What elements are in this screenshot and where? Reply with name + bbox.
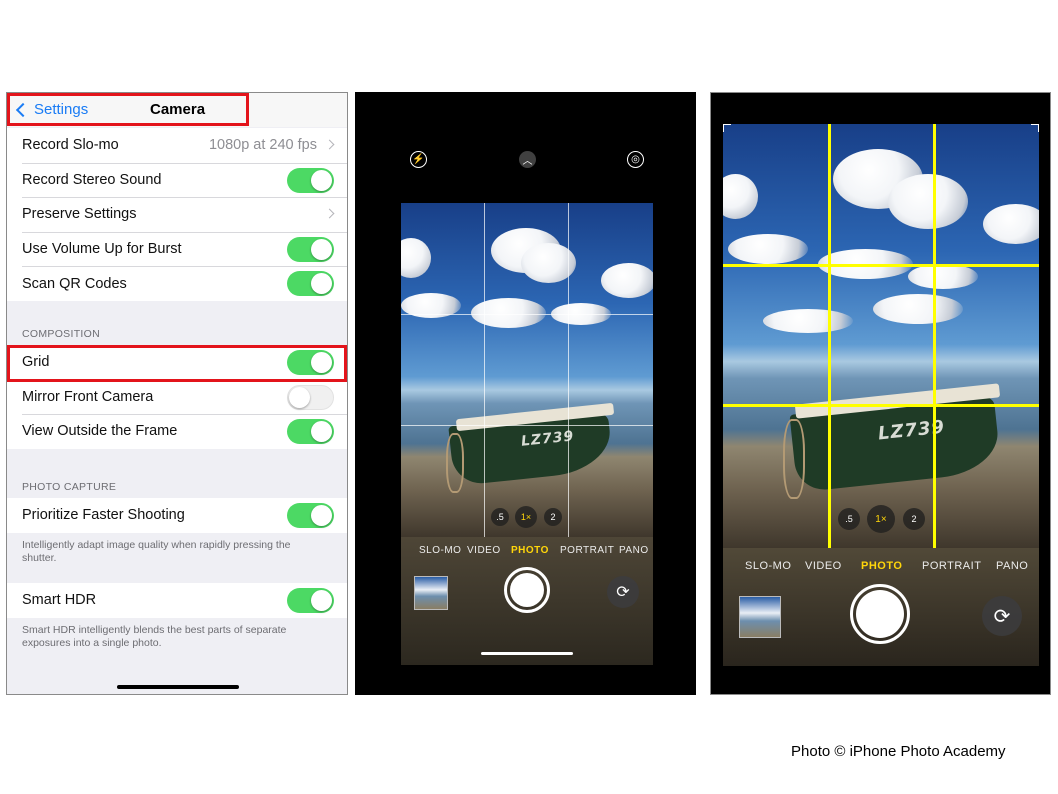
grid-line-vertical xyxy=(933,124,936,548)
record-stereo-sound-toggle[interactable] xyxy=(287,167,334,193)
rope xyxy=(783,419,805,499)
flash-icon[interactable]: ⚡ xyxy=(410,151,427,168)
row-label: Record Slo-mo xyxy=(22,137,119,154)
volume-up-burst-toggle[interactable] xyxy=(287,236,334,262)
mirror-front-camera-row: Mirror Front Camera xyxy=(7,379,347,415)
chevron-right-icon xyxy=(324,208,335,219)
zoom-0-5-button[interactable]: .5 xyxy=(838,508,860,530)
camera-controls: SLO-MO VIDEO PHOTO PORTRAIT PANO ⟳ xyxy=(401,537,653,665)
zoom-1x-button[interactable]: 1× xyxy=(867,505,895,533)
grid-highlight-box xyxy=(7,345,347,382)
cloud xyxy=(763,309,853,333)
mode-slo-mo[interactable]: SLO-MO xyxy=(745,560,791,572)
cloud xyxy=(471,298,546,328)
cloud xyxy=(723,174,758,219)
composition-header: COMPOSITION xyxy=(22,328,100,340)
zoom-2x-button[interactable]: 2 xyxy=(544,508,562,526)
nav-highlight-box xyxy=(7,93,249,126)
smart-hdr-row: Smart HDR xyxy=(7,583,347,618)
row-label: Use Volume Up for Burst xyxy=(22,241,182,258)
row-label: Preserve Settings xyxy=(22,206,137,223)
record-slo-mo-row[interactable]: Record Slo-mo 1080p at 240 fps xyxy=(7,128,347,163)
mode-portrait[interactable]: PORTRAIT xyxy=(560,545,614,556)
crop-corner xyxy=(723,124,731,132)
preserve-settings-row[interactable]: Preserve Settings xyxy=(7,197,347,232)
camera-phone-frame-yellow-grid: LZ739 .5 1× 2 SLO-MO VIDEO PHOTO PORTRAI… xyxy=(710,92,1051,695)
cloud xyxy=(983,204,1039,244)
camera-settings-screen: Settings Camera Record Slo-mo 1080p at 2… xyxy=(6,92,348,695)
crop-corner xyxy=(1031,124,1039,132)
grid-line-horizontal xyxy=(723,404,1039,407)
cloud xyxy=(888,174,968,229)
last-photo-thumbnail[interactable] xyxy=(739,596,781,638)
mode-photo[interactable]: PHOTO xyxy=(511,545,549,556)
smart-hdr-note: Smart HDR intelligently blends the best … xyxy=(22,624,287,649)
scan-qr-codes-row: Scan QR Codes xyxy=(7,266,347,301)
shutter-button[interactable] xyxy=(504,567,550,613)
general-settings-group: Record Slo-mo 1080p at 240 fps Record St… xyxy=(7,128,347,301)
smart-hdr-toggle[interactable] xyxy=(287,588,334,613)
faster-shooting-note: Intelligently adapt image quality when r… xyxy=(22,539,291,564)
smart-hdr-group: Smart HDR xyxy=(7,583,347,618)
zoom-2x-button[interactable]: 2 xyxy=(903,508,925,530)
prioritize-faster-shooting-row: Prioritize Faster Shooting xyxy=(7,498,347,533)
volume-up-burst-row: Use Volume Up for Burst xyxy=(7,231,347,267)
flip-camera-icon[interactable]: ⟳ xyxy=(982,596,1022,636)
mode-photo[interactable]: PHOTO xyxy=(861,560,902,572)
prioritize-faster-shooting-toggle[interactable] xyxy=(287,503,334,528)
mode-video[interactable]: VIDEO xyxy=(805,560,842,572)
photo-capture-header: PHOTO CAPTURE xyxy=(22,481,117,493)
row-label: Prioritize Faster Shooting xyxy=(22,507,185,524)
home-indicator xyxy=(117,685,239,689)
shutter-button[interactable] xyxy=(850,584,910,644)
photo-credit: Photo © iPhone Photo Academy xyxy=(791,743,1006,760)
mode-portrait[interactable]: PORTRAIT xyxy=(922,560,981,572)
row-label: Mirror Front Camera xyxy=(22,388,154,405)
cloud xyxy=(873,294,963,324)
mode-video[interactable]: VIDEO xyxy=(467,545,501,556)
camera-phone-frame-white-grid: ⚡ ︿ ◎ LZ739 .5 1× 2 SLO-MO VIDEO PHOTO P… xyxy=(355,92,696,695)
chevron-up-icon[interactable]: ︿ xyxy=(519,151,536,168)
mode-pano[interactable]: PANO xyxy=(619,545,649,556)
row-label: Record Stereo Sound xyxy=(22,171,162,188)
mode-pano[interactable]: PANO xyxy=(996,560,1028,572)
viewfinder[interactable]: LZ739 .5 1× 2 xyxy=(401,203,653,537)
flip-camera-icon[interactable]: ⟳ xyxy=(607,576,639,608)
camera-top-bar: ⚡ ︿ ◎ xyxy=(401,123,653,203)
grid-line-vertical xyxy=(568,203,569,537)
cloud xyxy=(908,264,978,289)
last-photo-thumbnail[interactable] xyxy=(414,576,448,610)
cloud xyxy=(601,263,653,298)
mirror-front-camera-toggle[interactable] xyxy=(287,384,334,410)
home-indicator xyxy=(481,652,573,655)
mode-slo-mo[interactable]: SLO-MO xyxy=(419,545,461,556)
cloud xyxy=(728,234,808,264)
grid-line-vertical xyxy=(484,203,485,537)
live-photo-icon[interactable]: ◎ xyxy=(627,151,644,168)
scan-qr-codes-toggle[interactable] xyxy=(287,271,334,297)
row-label: View Outside the Frame xyxy=(22,423,178,440)
view-outside-frame-row: View Outside the Frame xyxy=(7,414,347,449)
zoom-0-5-button[interactable]: .5 xyxy=(491,508,509,526)
cloud xyxy=(401,238,431,278)
row-label: Smart HDR xyxy=(22,592,97,609)
chevron-right-icon xyxy=(324,139,335,150)
photo-capture-group: Prioritize Faster Shooting xyxy=(7,498,347,533)
zoom-1x-button[interactable]: 1× xyxy=(515,506,537,528)
row-label: Scan QR Codes xyxy=(22,275,127,292)
grid-line-horizontal xyxy=(723,264,1039,267)
viewfinder[interactable]: LZ739 .5 1× 2 xyxy=(723,124,1039,548)
view-outside-frame-toggle[interactable] xyxy=(287,419,334,445)
rope xyxy=(446,433,464,493)
grid-line-horizontal xyxy=(401,425,653,426)
record-stereo-sound-row: Record Stereo Sound xyxy=(7,162,347,198)
row-value: 1080p at 240 fps xyxy=(208,137,317,154)
grid-line-vertical xyxy=(828,124,831,548)
grid-line-horizontal xyxy=(401,314,653,315)
camera-controls: SLO-MO VIDEO PHOTO PORTRAIT PANO ⟳ xyxy=(723,548,1039,666)
